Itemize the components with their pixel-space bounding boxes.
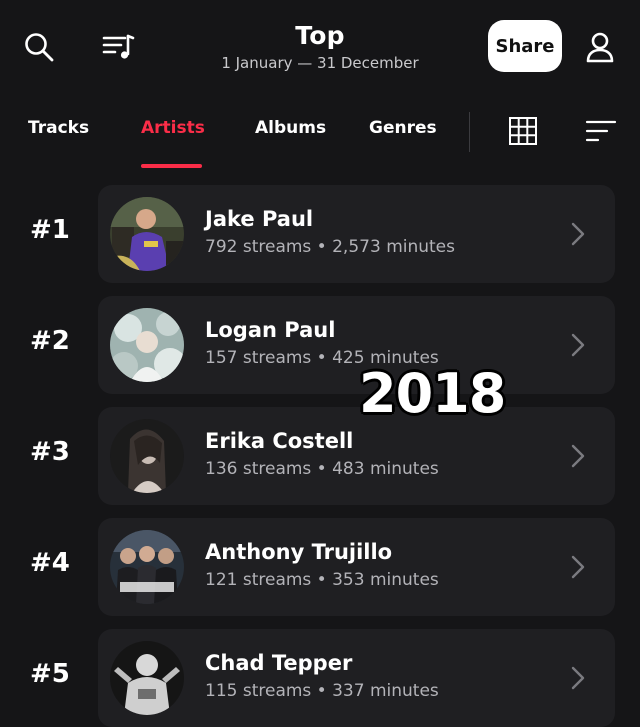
rank-number: #3	[30, 437, 70, 467]
artist-stats: 121 streams • 353 minutes	[205, 570, 439, 590]
artist-name: Erika Costell	[205, 429, 354, 453]
sort-button[interactable]	[584, 117, 618, 145]
tab-tracks[interactable]: Tracks	[28, 118, 89, 138]
artist-name: Chad Tepper	[205, 651, 353, 675]
avatar	[110, 419, 184, 493]
chevron-right-icon	[571, 222, 585, 246]
chevron-right-icon	[571, 666, 585, 690]
rank-number: #1	[30, 215, 70, 245]
artist-name: Logan Paul	[205, 318, 336, 342]
chevron-right-icon	[571, 333, 585, 357]
list-item: #4 Anthony Trujillo 121 streams • 353 mi…	[0, 518, 640, 616]
profile-button[interactable]	[580, 28, 620, 68]
share-button[interactable]: Share	[488, 20, 562, 72]
list-item: #1 Jake Paul 792 streams • 2,573 minutes	[0, 185, 640, 283]
tabs-divider	[469, 112, 470, 152]
artist-card[interactable]: Chad Tepper 115 streams • 337 minutes	[98, 629, 615, 727]
avatar	[110, 641, 184, 715]
artist-photo	[110, 641, 184, 715]
page-title: Top	[295, 21, 345, 50]
grid-view-button[interactable]	[507, 115, 539, 147]
rank-number: #5	[30, 659, 70, 689]
artist-stats: 115 streams • 337 minutes	[205, 681, 439, 701]
artist-card[interactable]: Jake Paul 792 streams • 2,573 minutes	[98, 185, 615, 283]
tab-bar: Tracks Artists Albums Genres	[0, 104, 640, 168]
artist-photo	[110, 308, 184, 382]
rank-number: #4	[30, 548, 70, 578]
header: Top 1 January — 31 December Share	[0, 0, 640, 95]
search-button[interactable]	[20, 28, 58, 66]
artist-stats: 136 streams • 483 minutes	[205, 459, 439, 479]
rank-number: #2	[30, 326, 70, 356]
artist-photo	[110, 419, 184, 493]
artist-photo	[110, 530, 184, 604]
artist-card[interactable]: Anthony Trujillo 121 streams • 353 minut…	[98, 518, 615, 616]
active-tab-indicator	[141, 164, 202, 168]
artist-name: Jake Paul	[205, 207, 314, 231]
tab-artists[interactable]: Artists	[141, 118, 205, 138]
avatar	[110, 197, 184, 271]
artist-name: Anthony Trujillo	[205, 540, 393, 564]
search-icon	[25, 33, 54, 62]
sort-icon	[585, 120, 617, 142]
artist-stats: 792 streams • 2,573 minutes	[205, 237, 456, 257]
list-item: #2 Logan Paul 157 streams • 425 minutes	[0, 296, 640, 394]
artist-stats: 157 streams • 425 minutes	[205, 348, 439, 368]
chevron-right-icon	[571, 444, 585, 468]
chevron-right-icon	[571, 555, 585, 579]
artist-card[interactable]: Erika Costell 136 streams • 483 minutes	[98, 407, 615, 505]
playlist-button[interactable]	[98, 28, 138, 66]
list-item: #3 Erika Costell 136 streams • 483 minut…	[0, 407, 640, 505]
avatar	[110, 308, 184, 382]
tab-genres[interactable]: Genres	[369, 118, 437, 138]
grid-view-icon	[509, 117, 537, 145]
top-artists-screen: Top 1 January — 31 December Share Tracks…	[0, 0, 640, 727]
artist-card[interactable]: Logan Paul 157 streams • 425 minutes	[98, 296, 615, 394]
date-range: 1 January — 31 December	[221, 54, 419, 72]
profile-icon	[586, 32, 614, 63]
artist-photo	[110, 197, 184, 271]
avatar	[110, 530, 184, 604]
tab-albums[interactable]: Albums	[255, 118, 326, 138]
list-item: #5 Chad Tepper 115 streams • 337 minutes	[0, 629, 640, 727]
playlist-icon	[102, 34, 135, 59]
title-block: Top 1 January — 31 December	[170, 20, 470, 73]
